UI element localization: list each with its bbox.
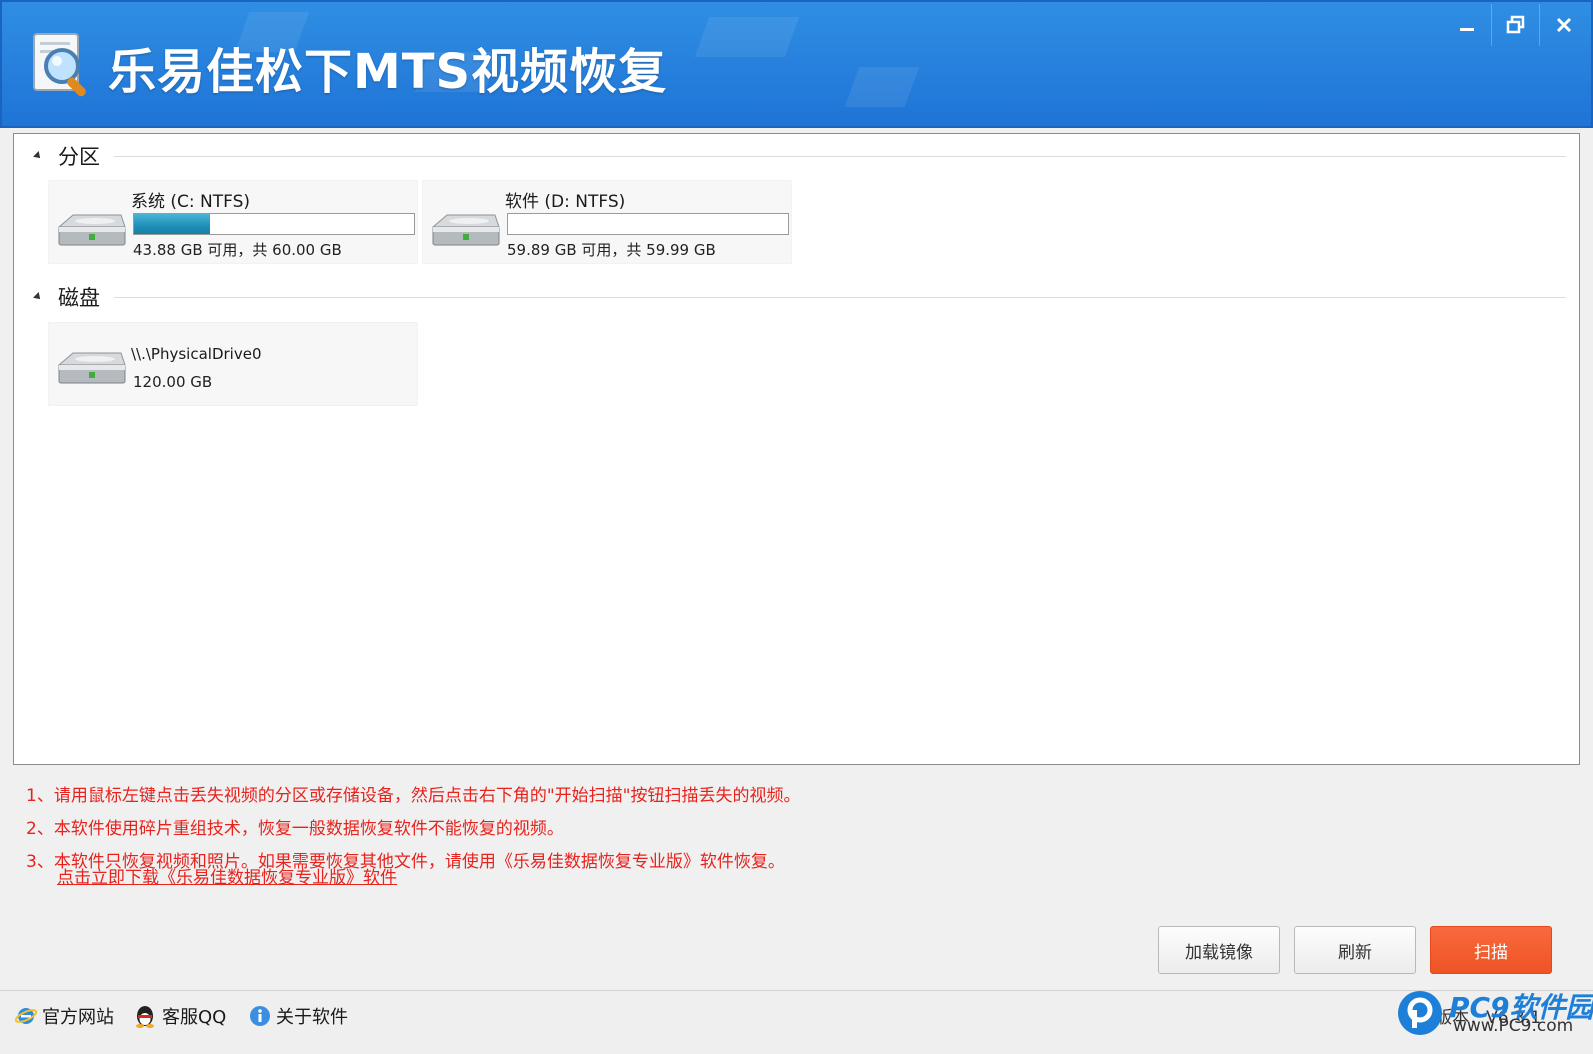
load-image-button[interactable]: 加载镜像 <box>1158 926 1280 974</box>
usage-bar <box>133 213 415 235</box>
hard-drive-icon <box>57 352 126 384</box>
group-header-partitions[interactable]: 分区 <box>33 141 1566 171</box>
window-controls <box>1443 4 1587 46</box>
hard-drive-icon <box>431 214 500 246</box>
status-bar: 官方网站 客服QQ 关于软件 版本：V6.3.1 <box>0 990 1593 1054</box>
drive-capacity: 59.89 GB 可用，共 59.99 GB <box>507 241 716 259</box>
note-1: 1、请用鼠标左键点击丢失视频的分区或存储设备，然后点击右下角的"开始扫描"按钮扫… <box>26 786 801 806</box>
about-software-label: 关于软件 <box>276 1007 348 1028</box>
pc9-logo-icon <box>1398 991 1442 1035</box>
note-2: 2、本软件使用碎片重组技术，恢复一般数据恢复软件不能恢复的视频。 <box>26 819 564 839</box>
partition-item-d[interactable]: 软件 (D: NTFS) 59.89 GB 可用，共 59.99 GB <box>422 180 792 264</box>
drive-list-panel: 分区 系统 (C: NTFS) 43.88 GB 可用，共 60.00 GB 软… <box>13 133 1580 765</box>
drive-name: \\.\PhysicalDrive0 <box>131 345 262 363</box>
support-qq-label: 客服QQ <box>162 1007 227 1028</box>
group-label: 磁盘 <box>58 286 100 310</box>
info-icon <box>250 1006 270 1026</box>
collapse-arrow-icon[interactable] <box>33 151 43 161</box>
official-website-link[interactable]: 官方网站 <box>14 1003 114 1029</box>
hard-drive-icon <box>57 214 126 246</box>
drive-name: 系统 (C: NTFS) <box>131 192 251 212</box>
group-header-disks[interactable]: 磁盘 <box>33 282 1566 312</box>
group-label: 分区 <box>58 145 100 169</box>
app-title: 乐易佳松下MTS视频恢复 <box>108 44 668 100</box>
drive-capacity: 43.88 GB 可用，共 60.00 GB <box>133 241 342 259</box>
usage-bar <box>507 213 789 235</box>
partition-item-c[interactable]: 系统 (C: NTFS) 43.88 GB 可用，共 60.00 GB <box>48 180 418 264</box>
title-bar[interactable]: 乐易佳松下MTS视频恢复 <box>0 0 1593 128</box>
collapse-arrow-icon[interactable] <box>33 292 43 302</box>
app-logo-icon <box>33 33 86 97</box>
ie-globe-icon <box>14 1008 38 1024</box>
close-icon <box>1556 17 1571 33</box>
qq-penguin-icon <box>136 1006 154 1028</box>
about-software-link[interactable]: 关于软件 <box>248 1003 348 1029</box>
minimize-icon <box>1460 28 1474 31</box>
refresh-button[interactable]: 刷新 <box>1294 926 1416 974</box>
watermark: PC9软件园 www.PC9.com <box>1393 986 1593 1046</box>
divider <box>114 155 1566 157</box>
support-qq-link[interactable]: 客服QQ <box>132 1003 226 1029</box>
divider <box>114 296 1566 298</box>
restore-button[interactable] <box>1491 4 1539 46</box>
restore-icon <box>1506 15 1524 34</box>
drive-name: 软件 (D: NTFS) <box>505 192 626 212</box>
close-button[interactable] <box>1539 4 1587 46</box>
title-bar-decoration <box>694 17 800 57</box>
usage-bar-fill <box>134 214 210 234</box>
disk-item-physicaldrive0[interactable]: \\.\PhysicalDrive0 120.00 GB <box>48 322 418 406</box>
download-pro-link[interactable]: 点击立即下载《乐易佳数据恢复专业版》软件 <box>57 863 397 888</box>
official-website-label: 官方网站 <box>42 1007 114 1028</box>
minimize-button[interactable] <box>1443 4 1491 46</box>
drive-capacity: 120.00 GB <box>133 373 213 391</box>
watermark-url: www.PC9.com <box>1453 1016 1574 1036</box>
title-bar-decoration <box>844 67 920 107</box>
scan-button[interactable]: 扫描 <box>1430 926 1552 974</box>
